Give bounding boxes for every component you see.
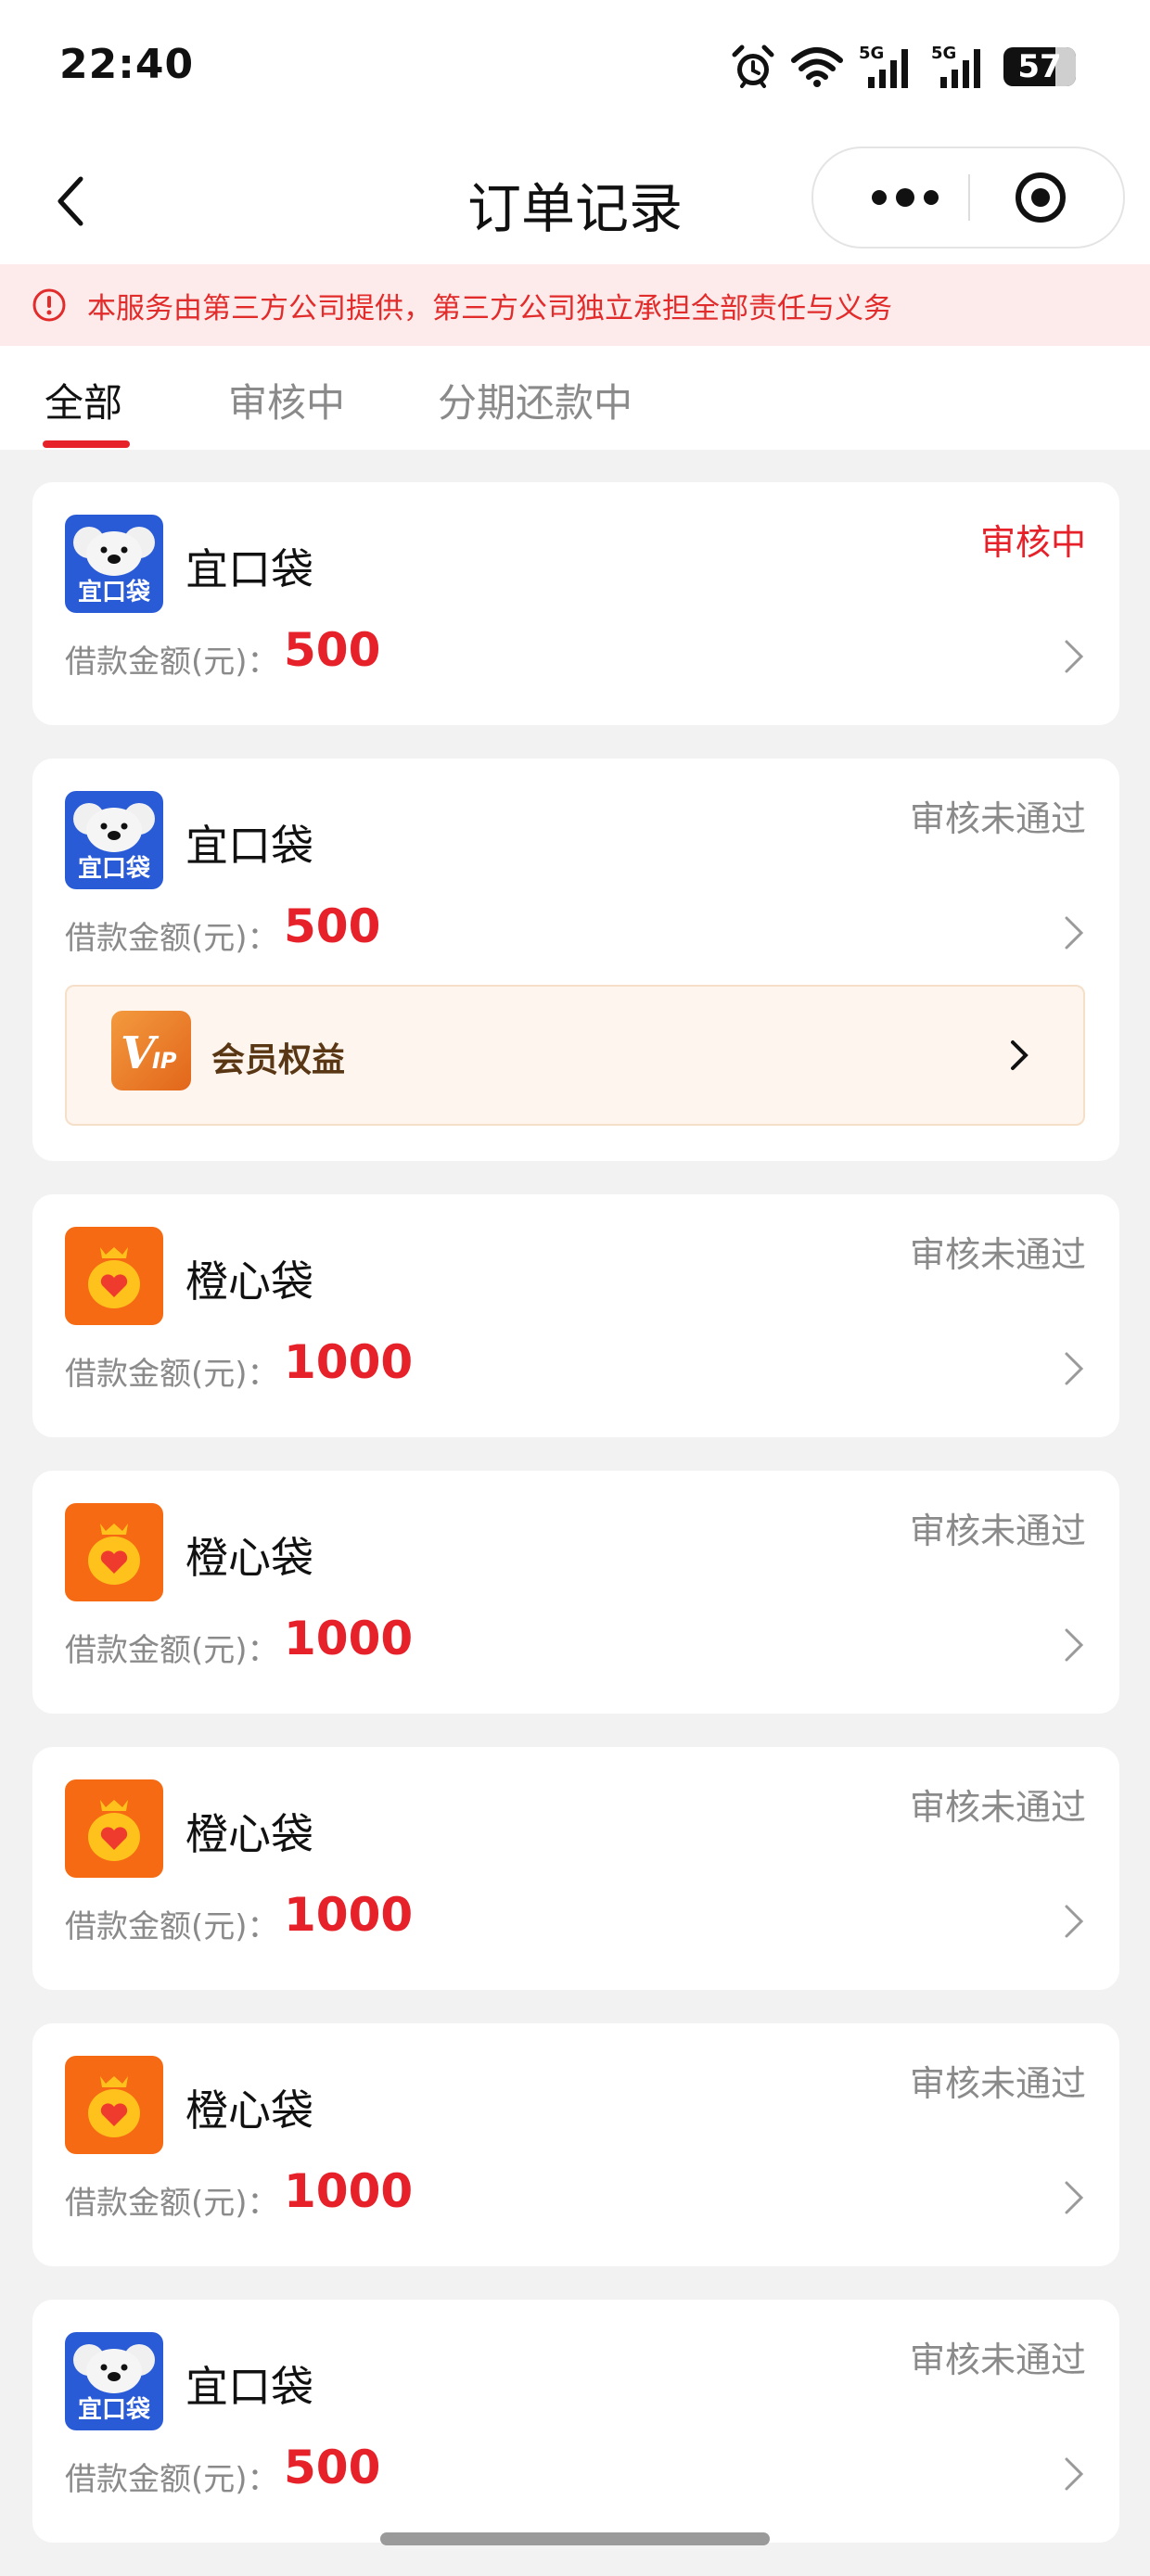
chevron-right-icon [1065,2181,1084,2214]
tab-installment[interactable]: 分期还款中 [438,372,632,428]
order-card[interactable]: 橙心袋 审核未通过 借款金额(元)： 1000 [32,1471,1119,1714]
amount-label: 借款金额(元)： [65,1908,279,1945]
product-name: 橙心袋 [185,1809,313,1859]
notice-text: 本服务由第三方公司提供，第三方公司独立承担全部责任与义务 [87,291,892,325]
product-name: 橙心袋 [185,2085,313,2136]
order-status: 审核未通过 [909,798,1086,839]
amount-label: 借款金额(元)： [65,1632,279,1669]
koala-logo: 宜口袋 [65,2332,163,2430]
amount-label: 借款金额(元)： [65,1356,279,1393]
amount-label: 借款金额(元)： [65,2185,279,2222]
status-icons: 5G 5G 57 [731,41,1076,93]
battery-level: 57 [1017,48,1062,85]
order-status: 审核未通过 [909,1787,1086,1828]
money-bag-logo [65,1779,163,1878]
order-card[interactable]: 宜口袋 宜口袋 审核未通过 借款金额(元)： 500 [32,2300,1119,2543]
amount-label: 借款金额(元)： [65,644,279,681]
more-button[interactable] [854,148,956,247]
status-time: 22:40 [59,41,195,88]
chevron-right-icon [1065,1905,1084,1938]
svg-text:宜口袋: 宜口袋 [78,578,151,606]
mini-program-capsule [811,147,1125,249]
more-dots-icon [896,188,914,207]
loan-amount: 1000 [284,1335,414,1389]
chevron-right-icon [1065,640,1084,673]
home-indicator[interactable] [380,2532,770,2545]
tab-all[interactable]: 全部 [45,372,122,428]
order-card[interactable]: 橙心袋 审核未通过 借款金额(元)： 1000 [32,1194,1119,1437]
tab-active-indicator [43,440,130,448]
chevron-right-icon [1065,1352,1084,1385]
chevron-right-icon [1011,1040,1029,1070]
loan-amount: 500 [284,2441,381,2494]
status-bar: 22:40 5G 5G 57 [0,0,1150,139]
money-bag-logo [65,2056,163,2154]
amount-label: 借款金额(元)： [65,920,279,957]
amount-label: 借款金额(元)： [65,2461,279,2498]
order-card[interactable]: 宜口袋 宜口袋 审核未通过 借款金额(元)： 500 V IP 会员权益 [32,759,1119,1161]
wifi-icon [791,47,843,87]
order-status: 审核未通过 [909,2063,1086,2104]
svg-text:宜口袋: 宜口袋 [78,2395,151,2424]
order-status: 审核未通过 [909,1511,1086,1551]
loan-amount: 1000 [284,1888,414,1942]
svg-text:5G: 5G [859,44,884,63]
vip-label: 会员权益 [211,1041,346,1079]
order-status: 审核中 [979,522,1086,563]
vip-icon: V IP [111,1011,191,1090]
loan-amount: 1000 [284,2164,414,2218]
koala-logo: 宜口袋 [65,791,163,889]
signal-5g-icon-1: 5G [859,44,908,88]
more-dots-icon [924,190,939,205]
signal-5g-icon-2: 5G [931,44,980,88]
nav-bar: 订单记录 [0,139,1150,264]
loan-amount: 500 [284,899,381,953]
close-target-icon[interactable] [1013,170,1068,225]
order-list: 宜口袋 宜口袋 审核中 借款金额(元)： 500 宜口袋 宜口袋 审核未通过 借… [32,482,1119,2576]
product-name: 宜口袋 [185,2362,313,2412]
product-name: 橙心袋 [185,1256,313,1307]
order-status: 审核未通过 [909,2340,1086,2380]
order-status: 审核未通过 [909,1234,1086,1275]
order-card[interactable]: 橙心袋 审核未通过 借款金额(元)： 1000 [32,1747,1119,1990]
product-name: 宜口袋 [185,821,313,871]
product-name: 宜口袋 [185,544,313,594]
tab-reviewing[interactable]: 审核中 [228,372,345,428]
chevron-right-icon [1065,2457,1084,2491]
product-name: 橙心袋 [185,1533,313,1583]
order-card[interactable]: 宜口袋 宜口袋 审核中 借款金额(元)： 500 [32,482,1119,725]
svg-text:5G: 5G [931,44,956,63]
order-card[interactable]: 橙心袋 审核未通过 借款金额(元)： 1000 [32,2023,1119,2266]
svg-text:宜口袋: 宜口袋 [78,854,151,883]
koala-logo: 宜口袋 [65,515,163,613]
loan-amount: 500 [284,623,381,677]
notice-banner: 本服务由第三方公司提供，第三方公司独立承担全部责任与义务 [0,264,1150,346]
more-dots-icon [872,190,887,205]
chevron-right-icon [1065,1628,1084,1662]
warning-icon [32,288,66,322]
money-bag-logo [65,1227,163,1325]
money-bag-logo [65,1503,163,1601]
capsule-divider [968,174,970,221]
chevron-right-icon [1065,916,1084,950]
vip-benefits-row[interactable]: V IP 会员权益 [65,985,1085,1126]
battery-icon: 57 [1003,47,1076,86]
loan-amount: 1000 [284,1612,414,1665]
svg-text:IP: IP [152,1048,177,1074]
alarm-icon [732,45,774,88]
tab-bar: 全部 审核中 分期还款中 [0,346,1150,450]
